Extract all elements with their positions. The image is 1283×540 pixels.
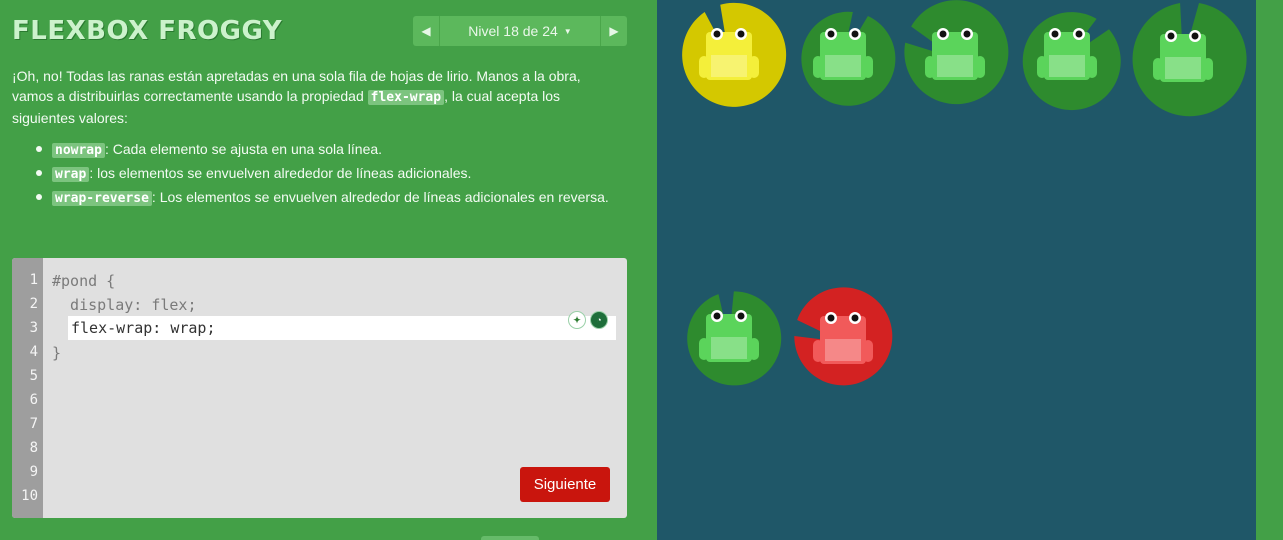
frog-green [1037,28,1097,80]
next-button[interactable]: Siguiente [520,467,610,502]
bottom-tab[interactable] [481,536,539,540]
app-title: FLEXBOX FROGGY [12,16,283,46]
line-number: 6 [29,392,38,408]
code-input-value[interactable]: flex-wrap: wrap; [71,319,216,337]
line-number: 8 [29,440,38,456]
next-level-button[interactable]: ▶ [600,16,627,46]
code-line: display: flex; [52,296,197,314]
right-edge-strip [1256,0,1283,540]
list-item: nowrap: Cada elemento se ajusta en una s… [12,138,612,162]
frog-yellow [699,28,759,80]
level-label: Nivel 18 de 24 [468,23,558,39]
lightbulb-icon[interactable]: ✦ [568,311,586,329]
list-item: wrap-reverse: Los elementos se envuelven… [12,186,612,210]
line-number-gutter: 1 2 3 4 5 6 7 8 9 10 [12,258,43,518]
pond [657,0,1256,540]
frog-green [925,28,985,80]
keyword-flex-wrap: flex-wrap [367,90,445,105]
line-number: 3 [29,320,38,336]
line-number: 10 [21,488,38,504]
values-list: nowrap: Cada elemento se ajusta en una s… [12,138,612,210]
frog-green [813,28,873,80]
frog-red [813,312,873,364]
line-number: 5 [29,368,38,384]
keyword-nowrap: nowrap [52,143,105,158]
line-number: 4 [29,344,38,360]
line-number: 9 [29,464,38,480]
frog-green [1153,30,1213,82]
pond-canvas [682,0,1247,386]
instructions-text: ¡Oh, no! Todas las ranas están apretadas… [12,68,581,126]
level-select[interactable]: Nivel 18 de 24 ▼ [440,16,600,46]
prev-level-button[interactable]: ◀ [413,16,440,46]
list-item: wrap: los elementos se envuelven alreded… [12,162,612,186]
level-navigator: ◀ Nivel 18 de 24 ▼ ▶ [413,16,627,46]
code-line: } [52,344,62,362]
code-input-field[interactable]: flex-wrap: wrap; ✦ ◔ [68,311,616,340]
keyword-wrap: wrap [52,167,90,182]
line-number: 7 [29,416,38,432]
frog-green [699,310,759,362]
triangle-left-icon: ◀ [421,24,431,38]
css-editor: 1 2 3 4 5 6 7 8 9 10 #pond { display: fl… [12,258,627,518]
code-line: #pond { [52,272,116,290]
line-number: 1 [29,272,38,288]
instructions-panel: FLEXBOX FROGGY ◀ Nivel 18 de 24 ▼ ▶ ¡Oh,… [0,0,657,540]
clock-icon[interactable]: ◔ [590,311,608,329]
line-number: 2 [29,296,38,312]
caret-down-icon: ▼ [563,26,572,36]
triangle-right-icon: ▶ [609,24,619,38]
keyword-wrap-reverse: wrap-reverse [52,191,152,206]
